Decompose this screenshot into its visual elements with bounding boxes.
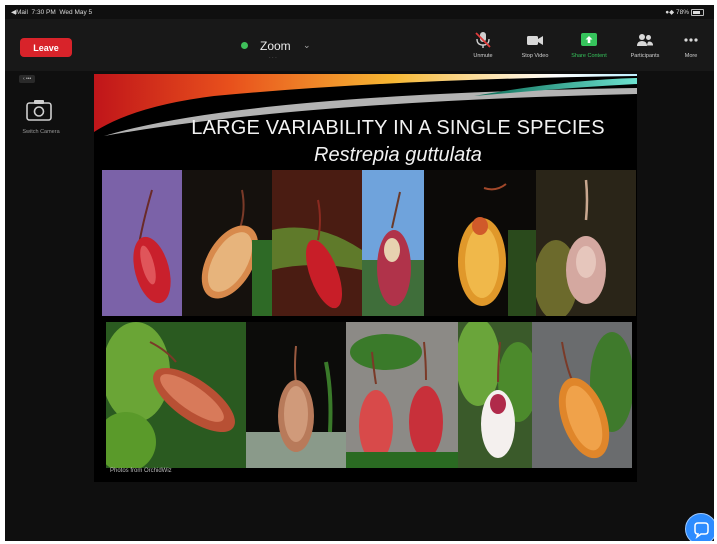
meeting-name: Zoom xyxy=(260,39,291,53)
photo-credit: Photos from OrchidWiz xyxy=(110,468,172,474)
orchid-photo xyxy=(346,322,458,468)
slide-title: LARGE VARIABILITY IN A SINGLE SPECIES xyxy=(191,117,605,139)
date: Wed May 5 xyxy=(59,9,93,16)
status-right: ●◆ 78% xyxy=(665,8,704,16)
battery-icon xyxy=(691,8,704,16)
meeting-status-dot xyxy=(241,42,248,49)
meeting-toolbar: Leave Zoom ⌄ · · · Unmute Stop Video Sha… xyxy=(5,19,714,71)
switch-camera-label: Switch Camera xyxy=(22,129,60,135)
participants-icon xyxy=(637,34,653,46)
stop-video-label: Stop Video xyxy=(521,53,549,59)
switch-camera-icon[interactable] xyxy=(25,97,53,123)
share-content-label: Share Content xyxy=(571,53,607,59)
orchid-photo xyxy=(102,170,182,316)
clock: 7:30 PM xyxy=(31,9,56,16)
unmute-button[interactable]: Unmute xyxy=(455,31,511,67)
battery-percent: 78% xyxy=(675,9,689,16)
status-left: ◀Mail 7:30 PM Wed May 5 xyxy=(11,8,92,16)
leave-button[interactable]: Leave xyxy=(20,38,72,57)
status-bar: ◀Mail 7:30 PM Wed May 5 ●◆ 78% xyxy=(5,5,714,19)
collapse-panel-button[interactable]: ‹ ••• xyxy=(19,75,36,83)
microphone-muted-icon xyxy=(475,32,491,48)
more-button[interactable]: More xyxy=(669,31,713,67)
orchid-photo xyxy=(536,170,636,316)
chevron-down-icon: ⌄ xyxy=(303,40,311,50)
orchid-photo xyxy=(532,322,632,468)
unmute-label: Unmute xyxy=(473,53,493,59)
share-screen-icon xyxy=(581,33,597,46)
orchid-photo xyxy=(182,170,272,316)
participants-label: Participants xyxy=(630,53,660,59)
ipad-screen: ◀Mail 7:30 PM Wed May 5 ●◆ 78% Leave Zoo… xyxy=(5,5,714,541)
carrier-label[interactable]: Mail xyxy=(16,9,28,16)
more-icon xyxy=(684,38,698,42)
meeting-subtitle: · · · xyxy=(269,55,277,61)
video-camera-icon xyxy=(527,36,543,45)
orchid-photo xyxy=(362,170,424,316)
orchid-photo xyxy=(272,170,362,316)
side-panel: ‹ ••• Switch Camera xyxy=(5,71,85,201)
chat-bubble-button[interactable] xyxy=(685,513,714,541)
slide-subtitle: Restrepia guttulata xyxy=(314,144,482,166)
stop-video-button[interactable]: Stop Video xyxy=(507,31,563,67)
more-label: More xyxy=(684,53,698,59)
participants-button[interactable]: Participants xyxy=(617,31,673,67)
wifi-icon: ●◆ xyxy=(665,9,675,16)
orchid-photo xyxy=(246,322,346,468)
chat-icon xyxy=(694,522,709,540)
meeting-info[interactable]: Zoom ⌄ · · · xyxy=(233,36,323,64)
orchid-photo xyxy=(106,322,246,468)
orchid-photo xyxy=(458,322,532,468)
share-content-button[interactable]: Share Content xyxy=(561,31,617,67)
orchid-photo xyxy=(424,170,536,316)
shared-slide: LARGE VARIABILITY IN A SINGLE SPECIES Re… xyxy=(94,74,637,482)
